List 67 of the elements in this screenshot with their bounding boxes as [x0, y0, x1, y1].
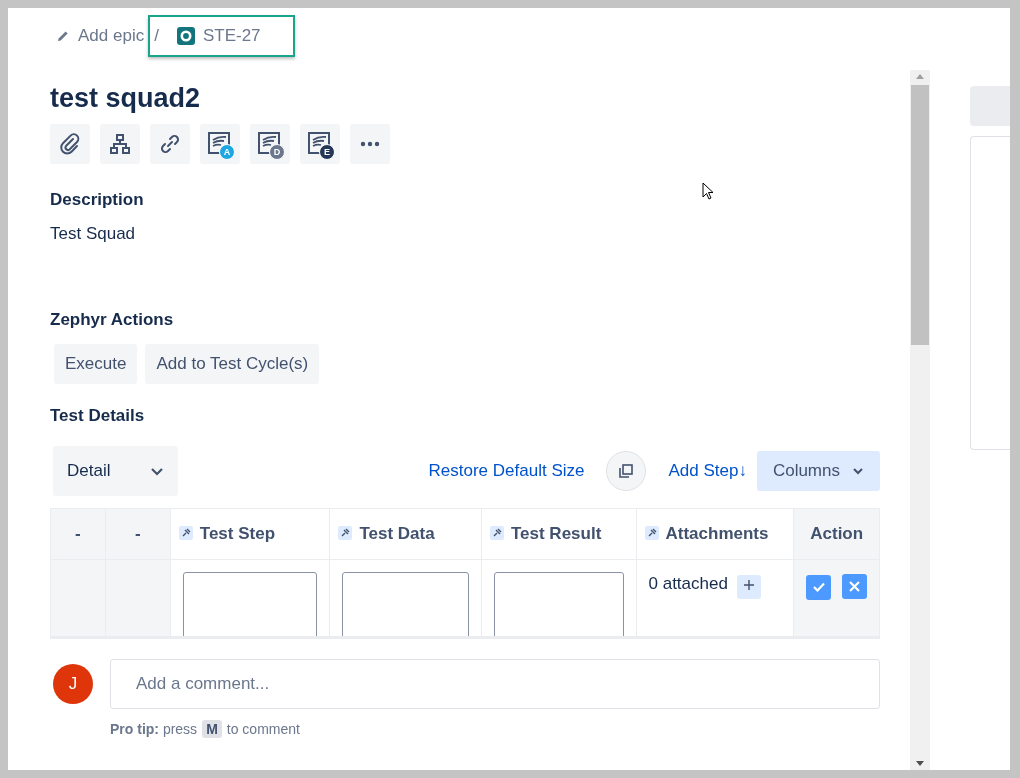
view-select[interactable]: Detail	[53, 446, 178, 496]
document-icon	[207, 131, 233, 157]
save-button[interactable]	[806, 574, 832, 600]
attachment-button[interactable]	[50, 124, 90, 164]
column-header: Test Step	[170, 508, 330, 560]
description-text: Test Squad	[50, 224, 136, 244]
test-step-field[interactable]	[182, 572, 318, 636]
pin-icon	[178, 526, 193, 540]
attachment-count: 0 attached	[648, 574, 728, 593]
section-heading: Test Details	[50, 406, 145, 426]
link-issue-button[interactable]	[150, 124, 190, 164]
column-header: -	[50, 508, 106, 560]
user-avatar: J	[53, 664, 93, 704]
popout-button[interactable]	[606, 451, 647, 491]
pin-icon	[489, 526, 504, 540]
cancel-button[interactable]	[842, 574, 868, 599]
columns-button[interactable]: Columns	[756, 451, 880, 491]
child-issue-button[interactable]	[100, 124, 140, 164]
more-icon	[360, 141, 380, 147]
test-result-field[interactable]	[493, 572, 624, 636]
pin-icon	[338, 526, 353, 540]
issue-key-link[interactable]: STE-27	[176, 26, 261, 46]
column-header: Attachments	[636, 508, 794, 560]
chevron-down-icon	[852, 467, 864, 475]
add-attachment-button[interactable]	[736, 574, 761, 599]
action-button[interactable]: Add to Test Cycle(s)	[145, 344, 320, 384]
column-header: Test Result	[481, 508, 636, 560]
scroll-up-icon	[916, 74, 924, 79]
test-issue-icon	[176, 27, 195, 45]
pin-icon	[644, 526, 659, 540]
scroll-down-icon	[916, 761, 924, 766]
test-app-button[interactable]: E	[300, 124, 340, 164]
add-step-link[interactable]: Add Step↓	[668, 461, 747, 481]
cursor-icon	[702, 182, 714, 201]
pencil-icon	[56, 29, 70, 43]
close-icon	[849, 581, 861, 592]
paperclip-icon	[58, 132, 82, 156]
pro-tip-text: to comment	[226, 721, 300, 737]
badge: E	[319, 144, 335, 160]
breadcrumb-separator: /	[154, 26, 159, 46]
badge: A	[219, 144, 235, 160]
document-icon	[307, 131, 333, 157]
section-heading: Description	[50, 190, 144, 210]
section-heading: Zephyr Actions	[50, 310, 174, 330]
check-icon	[812, 582, 825, 592]
comment-field[interactable]: Add a comment...	[110, 659, 880, 709]
scrollbar[interactable]	[910, 70, 930, 770]
more-button[interactable]	[350, 124, 390, 164]
scrollbar-thumb[interactable]	[911, 85, 929, 345]
issue-title: test squad2	[50, 83, 201, 114]
column-header: -	[105, 508, 171, 560]
column-header: Test Data	[329, 508, 482, 560]
badge: D	[269, 144, 285, 160]
pro-tip-text: Pro tip: press	[110, 721, 198, 737]
action-button[interactable]: Execute	[54, 344, 138, 384]
restore-size-link[interactable]: Restore Default Size	[428, 461, 585, 481]
window-icon	[618, 463, 635, 479]
column-header: Action	[793, 508, 880, 560]
hierarchy-icon	[109, 133, 131, 155]
chevron-down-icon	[150, 466, 164, 476]
plus-icon	[742, 579, 755, 591]
document-icon	[257, 131, 283, 157]
link-icon	[159, 133, 181, 155]
test-data-field[interactable]	[342, 572, 469, 636]
keyboard-key: M	[202, 720, 222, 738]
add-epic-link[interactable]: Add epic	[56, 26, 145, 46]
test-app-button[interactable]: D	[250, 124, 290, 164]
